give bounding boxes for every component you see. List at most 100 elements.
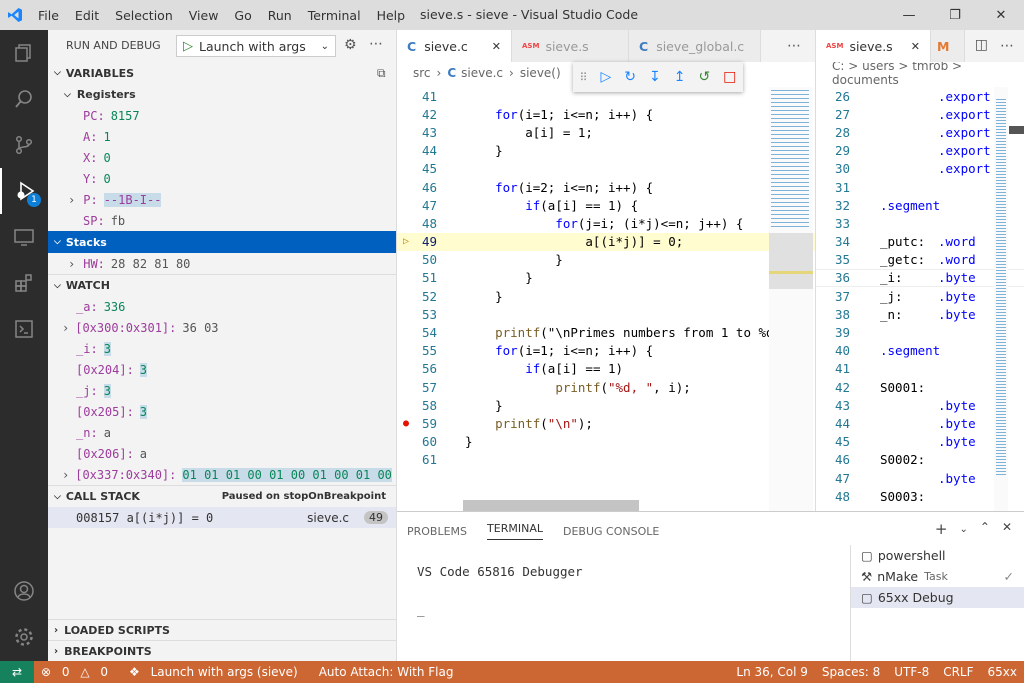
code-line[interactable]: 44 .byte — [816, 414, 1024, 432]
menu-item[interactable]: Selection — [115, 8, 173, 23]
minimap[interactable] — [769, 87, 813, 511]
step-into-icon[interactable]: ↧ — [649, 69, 661, 85]
breadcrumb-src[interactable]: src — [413, 66, 431, 80]
code-line[interactable]: 44 } — [397, 142, 815, 160]
code-line[interactable]: 36 _i: .byte — [816, 268, 1024, 288]
breakpoint-icon[interactable]: ● — [401, 418, 411, 429]
tab-sieve-global-c[interactable]: C sieve_global.c — [629, 30, 761, 62]
more-actions-icon[interactable]: ⋯ — [1000, 38, 1014, 54]
code-line[interactable]: 46 for(i=2; i<=n; i++) { — [397, 178, 815, 196]
code-line[interactable]: 41 — [816, 360, 1024, 378]
callstack-frame[interactable]: 008157 a[(i*j)] = 0 sieve.c 49 — [48, 507, 396, 528]
code-line[interactable]: 56 if(a[i] == 1) — [397, 360, 815, 378]
watch-row[interactable]: _i: 3 — [48, 338, 396, 359]
register-row[interactable]: X: 0 — [48, 147, 396, 168]
more-actions-icon[interactable]: ⋯ — [369, 36, 383, 52]
start-debug-icon[interactable]: ▷ — [183, 39, 193, 54]
watch-section-header[interactable]: ⌵ WATCH — [48, 274, 396, 296]
code-line[interactable]: 53 — [397, 305, 815, 323]
problems-indicator[interactable]: ⊗ 0 △ 0 — [41, 665, 115, 679]
terminal-list-item[interactable]: ▢ powershell — [851, 545, 1024, 566]
code-line[interactable]: 54 printf("\nPrimes numbers from 1 to %d — [397, 323, 815, 341]
code-line[interactable]: ● 59 printf("\n"); — [397, 414, 815, 432]
code-line[interactable]: 47 if(a[i] == 1) { — [397, 196, 815, 214]
tab-terminal[interactable]: TERMINAL — [487, 522, 543, 540]
code-line[interactable]: 39 — [816, 323, 1024, 341]
breadcrumb-file[interactable]: sieve.c — [461, 66, 503, 80]
more-actions-icon[interactable]: ⋯ — [787, 38, 801, 54]
code-line[interactable]: 27 .export — [816, 105, 1024, 123]
code-line[interactable]: 45 .byte — [816, 433, 1024, 451]
code-line[interactable]: 46 S0002: — [816, 451, 1024, 469]
register-row[interactable]: PC: 8157 — [48, 105, 396, 126]
code-line[interactable]: 43 a[i] = 1; — [397, 123, 815, 141]
variables-section-header[interactable]: ⌵ VARIABLES — [48, 62, 396, 84]
breadcrumb[interactable]: C: > users > tmrob > documents — [816, 59, 1024, 87]
code-line[interactable]: 42 S0001: — [816, 378, 1024, 396]
chevron-down-icon[interactable]: ⌄ — [959, 524, 967, 538]
watch-row[interactable]: › [0x337:0x340]: 01 01 01 00 01 00 01 00 0… — [48, 464, 396, 485]
close-icon[interactable]: ✕ — [492, 40, 501, 53]
watch-row[interactable]: [0x204]: 3 — [48, 359, 396, 380]
menu-item[interactable]: Help — [377, 8, 406, 23]
scrollbar-thumb[interactable] — [1009, 126, 1024, 134]
code-line[interactable]: 29 .export — [816, 142, 1024, 160]
code-line[interactable]: 43 .byte — [816, 396, 1024, 414]
tab-sieve-s[interactable]: ASM sieve.s — [512, 30, 629, 62]
search-icon[interactable] — [0, 76, 48, 122]
terminal-list-item[interactable]: ⚒ nMake Task ✓ — [851, 566, 1024, 587]
code-view[interactable]: 41 42 for(i=1; i<=n; i++) {43 a[i] = 1; 44… — [397, 87, 815, 469]
indentation-status[interactable]: Spaces: 8 — [822, 665, 880, 679]
watch-row[interactable]: [0x206]: a — [48, 443, 396, 464]
code-line[interactable]: 28 .export — [816, 123, 1024, 141]
auto-attach-status[interactable]: Auto Attach: With Flag — [319, 665, 454, 679]
debug-settings-gear-icon[interactable]: ⚙ — [344, 37, 357, 53]
continue-icon[interactable]: ▷ — [601, 69, 612, 85]
manage-gear-icon[interactable] — [0, 614, 48, 660]
extensions-icon[interactable] — [0, 260, 48, 306]
launch-status[interactable]: ❖ Launch with args (sieve) — [129, 665, 305, 679]
register-row[interactable]: SP: fb — [48, 210, 396, 231]
new-terminal-plus-icon[interactable]: + — [935, 520, 948, 538]
tab-sieve-c[interactable]: C sieve.c ✕ — [397, 30, 512, 62]
encoding-status[interactable]: UTF-8 — [894, 665, 929, 679]
maximize-panel-icon[interactable]: ⌃ — [980, 520, 990, 538]
launch-config-select[interactable]: ▷ Launch with args ⌄ — [176, 35, 336, 57]
split-editor-icon[interactable]: ◫ — [975, 37, 988, 53]
code-line[interactable]: 42 for(i=1; i<=n; i++) { — [397, 105, 815, 123]
minimize-icon[interactable]: — — [886, 0, 932, 30]
code-line[interactable]: 47 .byte — [816, 469, 1024, 487]
code-line[interactable]: 32 .segment — [816, 196, 1024, 214]
code-line[interactable]: 58 } — [397, 396, 815, 414]
register-row[interactable]: Y: 0 — [48, 168, 396, 189]
account-icon[interactable] — [0, 568, 48, 614]
menu-item[interactable]: Run — [268, 8, 292, 23]
watch-row[interactable]: [0x205]: 3 — [48, 401, 396, 422]
code-line[interactable]: 38 _n: .byte — [816, 305, 1024, 323]
code-line[interactable]: ▷ 49 a[(i*j)] = 0; — [397, 232, 815, 251]
code-line[interactable]: 37 _j: .byte — [816, 287, 1024, 305]
terminal-list-item[interactable]: ▢ 65xx Debug — [851, 587, 1024, 608]
code-line[interactable]: 31 — [816, 178, 1024, 196]
code-line[interactable]: 55 for(i=1; i<=n; i++) { — [397, 342, 815, 360]
terminal-view-icon[interactable] — [0, 306, 48, 352]
code-line[interactable]: 34 _putc: .word — [816, 233, 1024, 251]
code-line[interactable]: 52 } — [397, 287, 815, 305]
step-over-icon[interactable]: ↻ — [624, 69, 636, 85]
callstack-section-header[interactable]: ⌵ CALL STACK Paused on stopOnBreakpoint — [48, 485, 396, 507]
code-line[interactable]: 40 .segment — [816, 342, 1024, 360]
explorer-icon[interactable] — [0, 30, 48, 76]
code-line[interactable]: 61 — [397, 451, 815, 469]
minimap[interactable] — [994, 87, 1008, 511]
stop-icon[interactable]: □ — [723, 69, 736, 85]
remote-explorer-icon[interactable] — [0, 214, 48, 260]
menu-item[interactable]: View — [189, 8, 219, 23]
terminal-output[interactable]: VS Code 65816 Debugger _ — [417, 564, 583, 621]
restore-icon[interactable]: ❐ — [932, 0, 978, 30]
stack-row[interactable]: › HW: 28 82 81 80 — [48, 253, 396, 274]
remote-indicator-icon[interactable]: ⇄ — [0, 661, 34, 683]
watch-row[interactable]: _n: a — [48, 422, 396, 443]
source-control-icon[interactable] — [0, 122, 48, 168]
code-line[interactable]: 35 _getc: .word — [816, 251, 1024, 269]
breakpoints-header[interactable]: › BREAKPOINTS — [48, 640, 396, 662]
